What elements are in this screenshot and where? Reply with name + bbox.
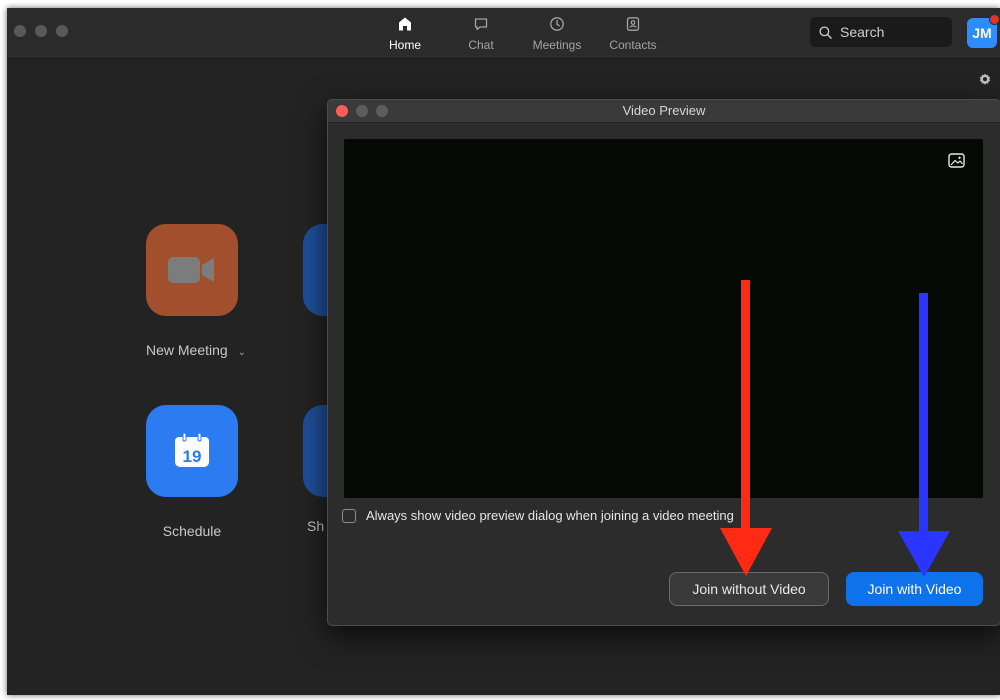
schedule-label: Schedule: [162, 523, 222, 539]
chat-icon: [474, 18, 488, 31]
blue-arrow-annotation: [898, 293, 950, 577]
virtual-background-icon[interactable]: [948, 153, 965, 168]
dialog-title: Video Preview: [622, 103, 706, 118]
always-show-preview-checkbox[interactable]: [342, 508, 356, 523]
notification-badge: [989, 14, 1000, 25]
avatar-initials: JM: [972, 25, 992, 41]
search-icon: [819, 25, 832, 39]
tab-contacts[interactable]: Contacts: [595, 8, 671, 58]
new-meeting-label-row: New Meeting ⌄: [146, 342, 246, 358]
search-placeholder: Search: [840, 24, 885, 40]
dialog-title-bar: Video Preview: [328, 100, 1000, 123]
zoom-main-window: Home Chat Meetings Contacts Search JM Ne…: [7, 8, 1000, 695]
search-input[interactable]: Search: [810, 17, 952, 47]
clock-icon: [550, 17, 564, 31]
tab-home-label: Home: [388, 38, 421, 52]
minimize-window-button[interactable]: [35, 25, 47, 37]
gear-icon[interactable]: [978, 72, 992, 86]
calendar-icon: 19: [175, 433, 209, 467]
new-meeting-tile[interactable]: New Meeting ⌄: [146, 224, 246, 358]
tab-chat[interactable]: Chat: [443, 8, 519, 58]
tab-contacts-label: Contacts: [609, 38, 657, 52]
video-camera-icon: [168, 257, 214, 283]
share-screen-label-partial: Sh: [307, 518, 325, 534]
contacts-icon: [626, 17, 640, 31]
always-show-preview-label[interactable]: Always show video preview dialog when jo…: [366, 508, 734, 523]
top-nav: Home Chat Meetings Contacts: [367, 8, 671, 58]
tab-meetings[interactable]: Meetings: [519, 8, 595, 58]
preview-option-row[interactable]: Always show video preview dialog when jo…: [342, 508, 734, 523]
zoom-window-button[interactable]: [56, 25, 68, 37]
avatar[interactable]: JM: [967, 14, 1000, 48]
new-meeting-button[interactable]: [146, 224, 238, 316]
schedule-tile[interactable]: 19 Schedule: [146, 405, 238, 539]
tab-chat-label: Chat: [468, 38, 494, 52]
home-icon: [399, 17, 411, 31]
chevron-down-icon[interactable]: ⌄: [238, 347, 246, 358]
tab-meetings-label: Meetings: [532, 38, 582, 52]
video-preview-area: [344, 139, 983, 498]
close-window-button[interactable]: [14, 25, 26, 37]
window-controls: [14, 25, 68, 37]
new-meeting-label: New Meeting: [146, 342, 228, 358]
title-bar: Home Chat Meetings Contacts Search JM: [7, 8, 1000, 59]
red-arrow-annotation: [720, 280, 772, 576]
tab-home[interactable]: Home: [367, 8, 443, 58]
calendar-day: 19: [183, 447, 202, 466]
schedule-button[interactable]: 19: [146, 405, 238, 497]
